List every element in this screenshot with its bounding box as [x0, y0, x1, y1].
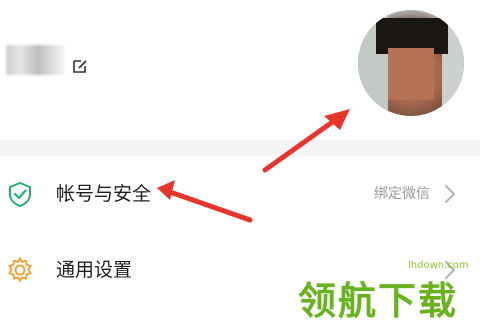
menu-item-label: 通用设置 [56, 259, 133, 281]
username-blurred[interactable] [6, 45, 64, 75]
menu-item-label: 帐号与安全 [56, 183, 152, 205]
watermark-text: 领航下载 [298, 279, 459, 323]
gear-icon [8, 256, 32, 283]
shield-check-icon [9, 181, 31, 208]
section-divider [0, 140, 480, 156]
profile-header [0, 0, 480, 140]
avatar[interactable] [358, 10, 464, 116]
menu-item-account-security[interactable]: 帐号与安全 绑定微信 [0, 156, 480, 232]
wechat-binding-status: 绑定微信 [374, 186, 430, 202]
chevron-right-icon [445, 185, 455, 203]
edit-icon[interactable] [71, 57, 89, 75]
